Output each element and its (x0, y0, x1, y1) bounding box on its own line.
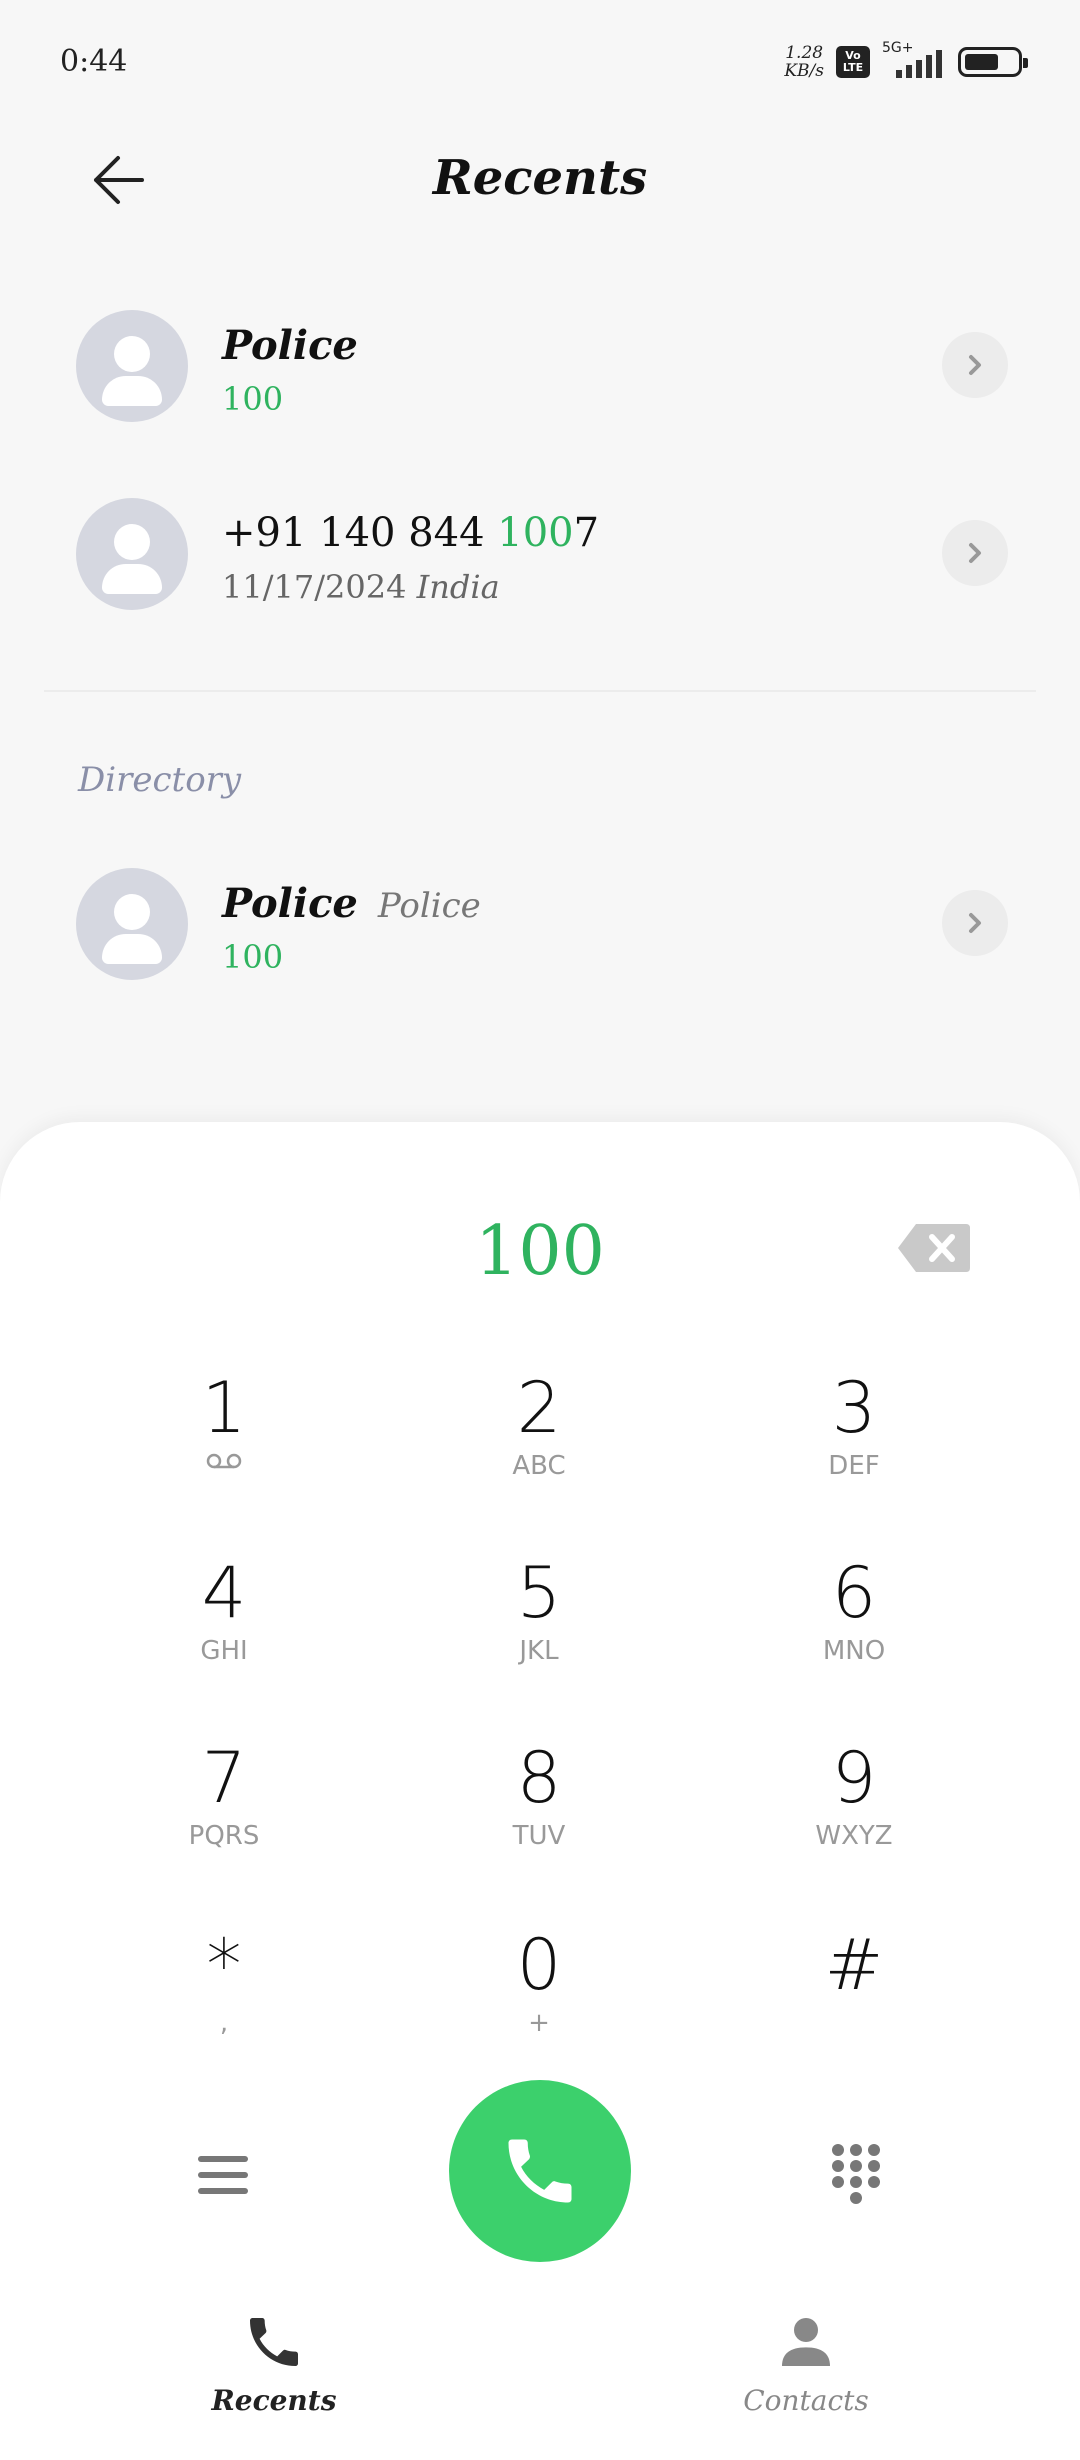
avatar (76, 498, 188, 610)
key-letters: + (528, 2008, 550, 2038)
key-hash[interactable]: # (734, 1925, 974, 2095)
details-button[interactable] (942, 332, 1008, 398)
contact-tag: Police (377, 886, 481, 926)
chevron-right-icon (969, 543, 981, 563)
phone-icon (250, 2318, 298, 2366)
key-0[interactable]: 0 + (419, 1925, 659, 2095)
contact-number: 100 (222, 380, 284, 418)
key-letters: JKL (519, 1636, 559, 1666)
directory-item-police[interactable]: Police Police 100 (0, 842, 1080, 1002)
key-2[interactable]: 2 ABC (419, 1368, 659, 1538)
key-letters: , (219, 2008, 229, 2038)
key-9[interactable]: 9 WXYZ (734, 1738, 974, 1908)
details-button[interactable] (942, 890, 1008, 956)
recent-item-number[interactable]: +91 140 844 1007 11/17/2024 India (0, 472, 1080, 632)
key-letters: PQRS (188, 1821, 260, 1851)
contact-name: Police Police (222, 880, 481, 927)
status-icons: 1.28 KB/s Vo LTE 5G+ (784, 40, 1028, 84)
chevron-right-icon (969, 913, 981, 933)
signal-label: 5G+ (882, 40, 914, 56)
backspace-icon (898, 1224, 970, 1272)
key-8[interactable]: 8 TUV (419, 1738, 659, 1908)
details-button[interactable] (942, 520, 1008, 586)
key-letters: GHI (200, 1636, 248, 1666)
key-digit: 0 (516, 1924, 562, 2006)
key-digit: 9 (831, 1737, 877, 1819)
key-5[interactable]: 5 JKL (419, 1553, 659, 1723)
key-letters: DEF (828, 1451, 880, 1481)
battery-icon (958, 47, 1028, 77)
status-time: 0:44 (60, 44, 128, 79)
volte-icon: Vo LTE (836, 46, 870, 78)
page-title: Recents (432, 150, 648, 206)
menu-button[interactable] (196, 2148, 250, 2202)
phone-icon (508, 2139, 572, 2203)
tab-contacts-label: Contacts (743, 2384, 869, 2417)
key-digit: 1 (201, 1367, 247, 1449)
person-icon (782, 2318, 830, 2366)
key-digit: 5 (516, 1552, 562, 1634)
key-digit: 8 (516, 1737, 562, 1819)
avatar (76, 310, 188, 422)
key-1[interactable]: 1 (104, 1368, 344, 1538)
key-6[interactable]: 6 MNO (734, 1553, 974, 1723)
keypad-toggle-button[interactable] (826, 2140, 886, 2210)
recent-item-police[interactable]: Police 100 (0, 284, 1080, 444)
key-letters: WXYZ (815, 1821, 893, 1851)
key-digit: 4 (201, 1552, 247, 1634)
key-7[interactable]: 7 PQRS (104, 1738, 344, 1908)
contact-number: 100 (222, 938, 284, 976)
divider (44, 690, 1036, 692)
call-button[interactable] (449, 2080, 631, 2262)
hamburger-menu-icon (198, 2156, 248, 2194)
directory-heading: Directory (78, 760, 242, 800)
dialpad-icon (832, 2144, 880, 2204)
network-speed: 1.28 KB/s (784, 43, 824, 81)
key-digit: 7 (201, 1737, 247, 1819)
tab-recents-label: Recents (211, 2384, 337, 2417)
key-4[interactable]: 4 GHI (104, 1553, 344, 1723)
key-digit: * (206, 1924, 242, 2006)
key-letters: MNO (822, 1636, 886, 1666)
backspace-button[interactable] (896, 1222, 972, 1274)
key-digit: 2 (516, 1367, 562, 1449)
key-star[interactable]: *, (104, 1925, 344, 2095)
tab-recents[interactable]: Recents (164, 2310, 384, 2417)
phone-number: +91 140 844 1007 (222, 510, 600, 556)
signal-icon: 5G+ (882, 40, 946, 78)
call-meta: 11/17/2024 India (222, 568, 500, 606)
chevron-right-icon (969, 355, 981, 375)
key-digit: # (824, 1924, 884, 2006)
key-letters: TUV (512, 1821, 566, 1851)
tab-contacts[interactable]: Contacts (696, 2310, 916, 2417)
key-3[interactable]: 3 DEF (734, 1368, 974, 1538)
key-digit: 3 (831, 1367, 877, 1449)
key-digit: 6 (831, 1552, 877, 1634)
key-letters: ABC (512, 1451, 566, 1481)
avatar (76, 868, 188, 980)
voicemail-icon (206, 1453, 242, 1469)
contact-name: Police (222, 322, 358, 369)
